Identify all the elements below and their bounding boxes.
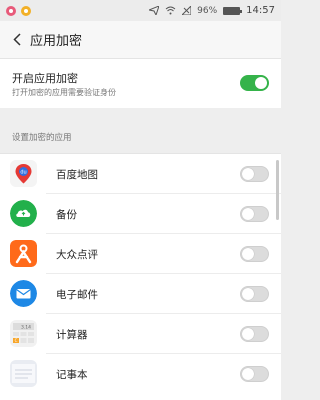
battery-icon bbox=[223, 6, 243, 15]
email-icon bbox=[10, 280, 37, 307]
app-toggle[interactable] bbox=[240, 286, 269, 302]
app-name: 电子邮件 bbox=[56, 289, 98, 301]
baidu-map-icon: du bbox=[10, 160, 37, 187]
dianping-icon bbox=[10, 240, 37, 267]
app-name: 备份 bbox=[56, 209, 77, 221]
section-label: 设置加密的应用 bbox=[12, 133, 72, 143]
list-item[interactable]: 记事本 bbox=[0, 354, 281, 394]
page-title: 应用加密 bbox=[30, 34, 83, 49]
app-toggle[interactable] bbox=[240, 166, 269, 182]
clock: 14:57 bbox=[246, 5, 275, 16]
app-toggle[interactable] bbox=[240, 326, 269, 342]
notification-amber-icon bbox=[21, 5, 31, 16]
app-toggle[interactable] bbox=[240, 246, 269, 262]
app-name: 记事本 bbox=[56, 369, 88, 381]
send-icon bbox=[149, 6, 160, 15]
signal-icon bbox=[182, 6, 192, 15]
master-setting-row[interactable]: 开启应用加密 打开加密的应用需要验证身份 bbox=[0, 58, 281, 108]
master-setting-title: 开启应用加密 bbox=[12, 72, 78, 85]
status-bar: 96% 14:57 bbox=[0, 0, 281, 21]
back-arrow-icon[interactable] bbox=[10, 30, 24, 50]
app-name: 百度地图 bbox=[56, 169, 98, 181]
master-toggle[interactable] bbox=[240, 75, 269, 91]
list-item[interactable]: du 百度地图 bbox=[0, 154, 281, 194]
backup-cloud-icon bbox=[10, 200, 37, 227]
list-item[interactable]: 备份 bbox=[0, 194, 281, 234]
app-toggle[interactable] bbox=[240, 366, 269, 382]
list-item[interactable]: 电子邮件 bbox=[0, 274, 281, 314]
app-toggle[interactable] bbox=[240, 206, 269, 222]
status-right: 96% 14:57 bbox=[143, 5, 275, 16]
calculator-icon: 3.14 C bbox=[10, 320, 37, 347]
app-name: 计算器 bbox=[56, 329, 88, 341]
battery-text: 96% bbox=[197, 5, 218, 16]
list-item[interactable]: 3.14 C 计算器 bbox=[0, 314, 281, 354]
app-name: 大众点评 bbox=[56, 249, 98, 261]
svg-text:C: C bbox=[15, 338, 18, 343]
svg-text:du: du bbox=[20, 170, 26, 176]
wifi-icon bbox=[165, 6, 176, 15]
list-item[interactable]: 大众点评 bbox=[0, 234, 281, 274]
scrollbar[interactable] bbox=[276, 160, 279, 220]
app-list: du 百度地图 备份 大众点评 电子邮件 3.14 C 计算器 记事本 bbox=[0, 153, 281, 400]
notification-pink-icon bbox=[6, 5, 16, 16]
app-header: 应用加密 bbox=[0, 21, 281, 58]
master-setting-subtitle: 打开加密的应用需要验证身份 bbox=[12, 88, 116, 97]
notepad-icon bbox=[10, 360, 37, 387]
svg-text:3.14: 3.14 bbox=[21, 325, 31, 331]
